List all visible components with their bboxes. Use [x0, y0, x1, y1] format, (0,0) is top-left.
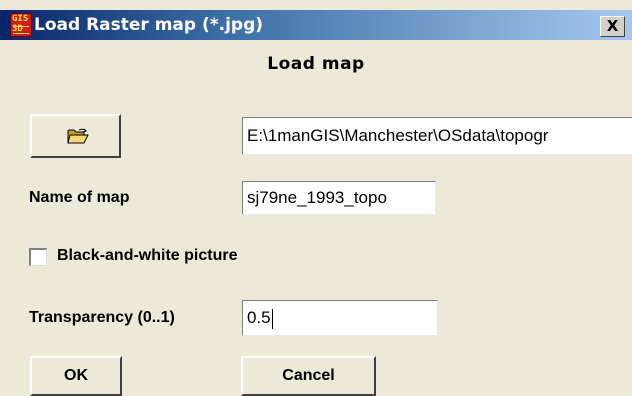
dialog-heading: Load map — [267, 54, 365, 74]
map-name-label: Name of map — [29, 189, 130, 206]
ok-button[interactable]: OK — [30, 356, 122, 396]
map-name-field[interactable]: sj79ne_1993_topo — [242, 181, 436, 215]
open-folder-icon — [67, 128, 89, 144]
title-bar: GIS 3D Load Raster map (*.jpg) X — [0, 10, 632, 40]
text-caret — [271, 308, 273, 329]
window-title: Load Raster map (*.jpg) — [34, 15, 264, 35]
cancel-button[interactable]: Cancel — [241, 356, 376, 396]
black-and-white-checkbox[interactable] — [29, 248, 47, 266]
browse-folder-button[interactable] — [30, 114, 121, 158]
gis-app-icon: GIS 3D — [10, 13, 32, 37]
close-button[interactable]: X — [600, 16, 625, 37]
transparency-label: Transparency (0..1) — [29, 309, 175, 326]
app-icon-grid — [13, 26, 29, 34]
black-and-white-label: Black-and-white picture — [57, 247, 238, 264]
file-path-field[interactable]: E:\1manGIS\Manchester\OSdata\topogr — [242, 117, 632, 155]
file-path-value: E:\1manGIS\Manchester\OSdata\topogr — [247, 126, 549, 145]
map-name-value: sj79ne_1993_topo — [247, 188, 387, 207]
transparency-field[interactable]: 0.5 — [242, 300, 438, 336]
transparency-value: 0.5 — [247, 308, 271, 327]
